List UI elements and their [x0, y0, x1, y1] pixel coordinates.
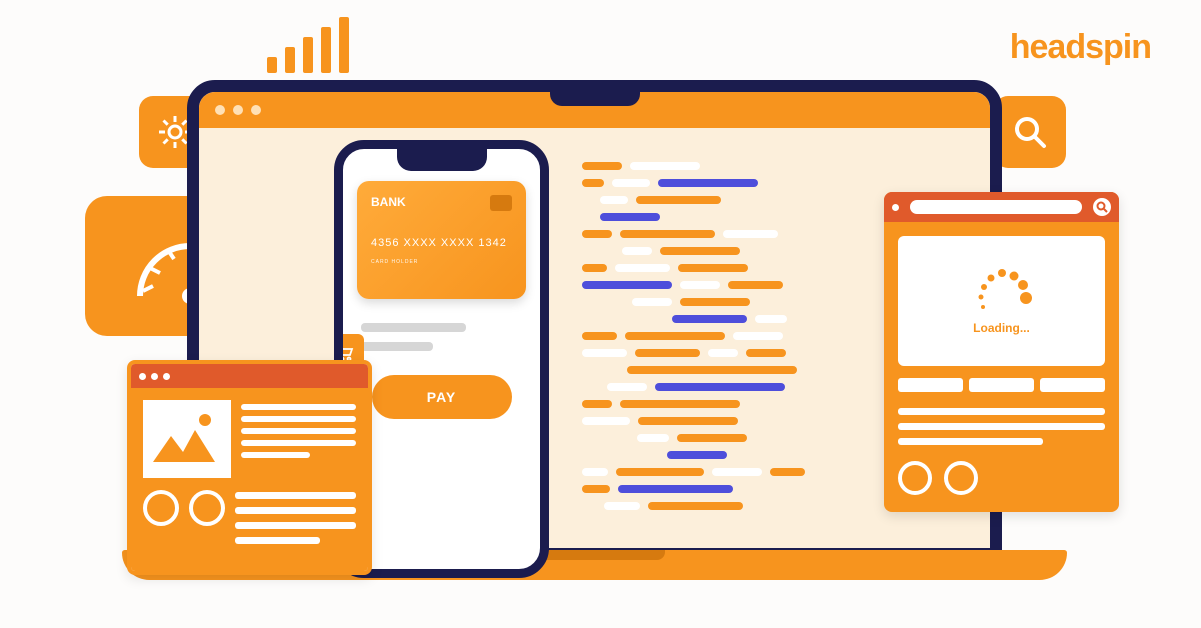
text-lines [241, 400, 356, 478]
code-panel [582, 162, 882, 552]
spinner-icon [967, 267, 1037, 317]
avatar-row [898, 461, 1105, 495]
avatar-circle [189, 490, 225, 526]
window-header [131, 364, 368, 388]
signal-icon [267, 17, 349, 73]
card-number: 4356 XXXX XXXX 1342 [371, 237, 512, 249]
brand-logo: headspin [1010, 28, 1151, 67]
content-browser-window [127, 360, 372, 575]
card-holder-label: CARD HOLDER [371, 259, 512, 265]
avatar-circle [143, 490, 179, 526]
search-icon [994, 96, 1066, 168]
search-icon[interactable] [1093, 198, 1111, 216]
bank-card: BANK 4356 XXXX XXXX 1342 CARD HOLDER [357, 181, 526, 299]
loading-panel: Loading... [898, 236, 1105, 366]
loading-text: Loading... [973, 321, 1030, 335]
stat-bars [898, 378, 1105, 392]
loading-browser-window: Loading... [884, 192, 1119, 512]
form-placeholder-lines [361, 323, 522, 351]
url-bar[interactable] [910, 200, 1082, 214]
image-thumbnail [143, 400, 231, 478]
text-lines [898, 408, 1105, 445]
pay-button[interactable]: PAY [372, 375, 512, 419]
text-lines [235, 490, 356, 544]
